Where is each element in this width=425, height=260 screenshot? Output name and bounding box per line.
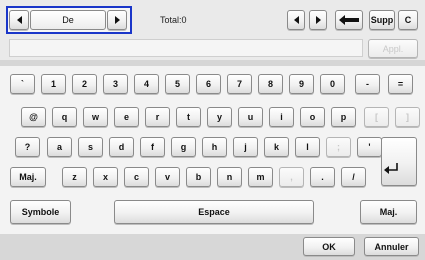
backspace-button[interactable] [335,10,363,30]
key[interactable]: 7 [227,74,252,94]
footer-bar [0,234,425,260]
key-disabled[interactable]: ] [395,107,420,127]
space-bar[interactable]: Espace [114,200,314,224]
key[interactable]: t [176,107,201,127]
key[interactable]: s [78,137,103,157]
key[interactable]: a [47,137,72,157]
key[interactable]: n [217,167,242,187]
key[interactable]: . [310,167,335,187]
key[interactable]: 1 [41,74,66,94]
key[interactable]: l [295,137,320,157]
key[interactable]: k [264,137,289,157]
key[interactable]: u [238,107,263,127]
key[interactable]: r [145,107,170,127]
key[interactable]: g [171,137,196,157]
total-count: Total:0 [160,15,187,25]
key[interactable]: e [114,107,139,127]
key[interactable]: 8 [258,74,283,94]
key[interactable]: j [233,137,258,157]
key[interactable]: ' [357,137,382,157]
key[interactable]: ? [15,137,40,157]
supp-button[interactable]: Supp [369,10,395,30]
shift-left-button[interactable]: Maj. [10,167,46,187]
chevron-left-icon [293,16,299,24]
key[interactable]: 0 [320,74,345,94]
apply-button[interactable]: Appl. [368,39,418,58]
language-next-button[interactable] [107,10,127,30]
enter-icon [384,163,398,174]
clear-button[interactable]: C [398,10,418,30]
cancel-button[interactable]: Annuler [364,237,419,256]
keyboard-screen: De Total:0 Supp C Appl. ` 1 2 3 4 5 6 7 … [0,0,425,260]
key[interactable]: c [124,167,149,187]
key[interactable]: 4 [134,74,159,94]
key[interactable]: 2 [72,74,97,94]
cursor-left-button[interactable] [287,10,305,30]
key[interactable]: 6 [196,74,221,94]
chevron-right-icon [315,16,321,24]
chevron-right-icon [114,16,120,24]
text-input[interactable] [9,39,363,57]
shift-right-button[interactable]: Maj. [360,200,417,224]
key[interactable]: w [83,107,108,127]
key[interactable]: v [155,167,180,187]
key-disabled[interactable]: , [279,167,304,187]
key[interactable]: h [202,137,227,157]
key[interactable]: m [248,167,273,187]
key[interactable]: x [93,167,118,187]
backspace-icon [339,15,359,25]
language-value: De [30,10,106,30]
key[interactable]: 9 [289,74,314,94]
key[interactable]: - [355,74,380,94]
language-prev-button[interactable] [9,10,29,30]
key-disabled[interactable]: ; [326,137,351,157]
key[interactable]: 3 [103,74,128,94]
key[interactable]: q [52,107,77,127]
key[interactable]: @ [21,107,46,127]
key[interactable]: / [341,167,366,187]
key[interactable]: b [186,167,211,187]
key[interactable]: o [300,107,325,127]
key-disabled[interactable]: [ [364,107,389,127]
key[interactable]: 5 [165,74,190,94]
symbol-button[interactable]: Symbole [10,200,71,224]
key[interactable]: ` [10,74,35,94]
key[interactable]: f [140,137,165,157]
key[interactable]: p [331,107,356,127]
key[interactable]: d [109,137,134,157]
key[interactable]: = [388,74,413,94]
ok-button[interactable]: OK [303,237,355,256]
key[interactable]: z [62,167,87,187]
key[interactable]: y [207,107,232,127]
key[interactable]: i [269,107,294,127]
cursor-right-button[interactable] [309,10,327,30]
chevron-left-icon [16,16,22,24]
